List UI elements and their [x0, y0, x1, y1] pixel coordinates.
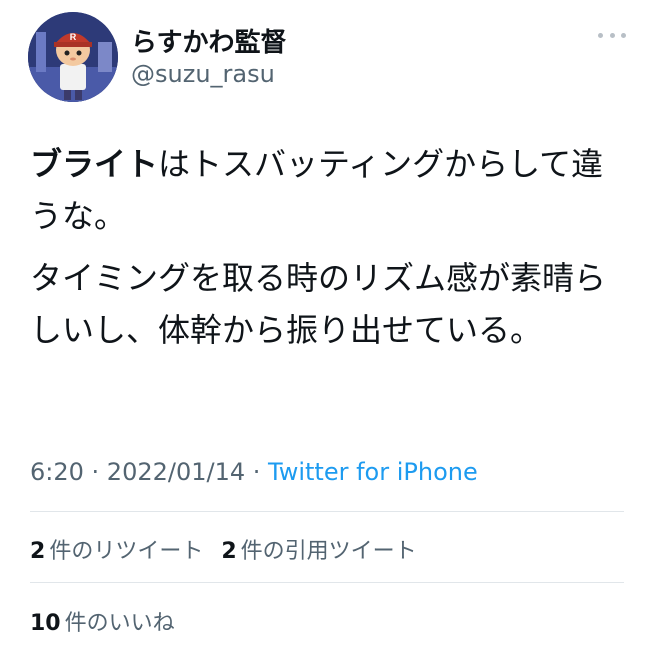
- tweet-meta: 6:20 · 2022/01/14 · Twitter for iPhone: [30, 458, 478, 486]
- likes-stats: 10 件のいいね: [30, 605, 175, 637]
- tweet-source-link[interactable]: Twitter for iPhone: [268, 458, 478, 486]
- likes-count: 10: [30, 611, 61, 636]
- divider: [30, 511, 624, 512]
- retweets-count: 2: [30, 539, 46, 564]
- meta-separator: ·: [83, 458, 107, 486]
- dot-icon: [598, 32, 603, 38]
- quotes-count: 2: [221, 539, 237, 564]
- likes-label: 件のいいね: [64, 611, 175, 636]
- author-name[interactable]: らすかわ監督: [131, 22, 286, 59]
- tweet-text: ブライトはトスバッティングからして違うな。 タイミングを取る時のリズム感が素晴ら…: [30, 138, 620, 366]
- tweet-paragraph-2: タイミングを取る時のリズム感が素晴らしいし、体幹から振り出せている。: [30, 259, 607, 349]
- tweet-time[interactable]: 6:20: [30, 458, 84, 486]
- tweet-bold-text: ブライト: [30, 145, 159, 183]
- retweet-stats: 2 件のリツイート 2 件の引用ツイート: [30, 533, 417, 565]
- dot-icon: [609, 32, 615, 38]
- tweet-header: R らすかわ監督 @suzu_rasu: [28, 12, 630, 102]
- svg-text:R: R: [70, 32, 77, 42]
- tweet-date[interactable]: 2022/01/14: [107, 458, 245, 486]
- avatar-image: R: [28, 12, 118, 102]
- retweets-link[interactable]: 2 件のリツイート: [30, 539, 203, 564]
- avatar[interactable]: R: [28, 12, 118, 102]
- meta-separator: ·: [245, 458, 269, 486]
- more-options-icon[interactable]: [598, 30, 626, 40]
- divider: [30, 582, 624, 583]
- retweets-label: 件のリツイート: [49, 539, 204, 564]
- dot-icon: [621, 32, 626, 38]
- quotes-link[interactable]: 2 件の引用ツイート: [221, 539, 416, 564]
- likes-link[interactable]: 10 件のいいね: [30, 611, 175, 636]
- quotes-label: 件の引用ツイート: [240, 539, 417, 564]
- author-handle[interactable]: @suzu_rasu: [131, 60, 275, 88]
- tweet-paragraph-1: ブライトはトスバッティングからして違うな。: [30, 138, 620, 242]
